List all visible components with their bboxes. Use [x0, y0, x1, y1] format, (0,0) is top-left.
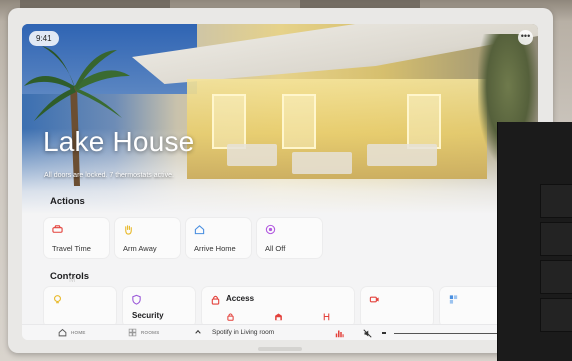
home-title: Lake House	[43, 126, 195, 157]
house-icon	[58, 328, 67, 337]
control-security[interactable]: Security	[123, 287, 195, 327]
overlay-dark-panel	[497, 122, 572, 361]
actions-heading: Actions	[50, 196, 85, 207]
target-icon	[265, 224, 276, 235]
control-label: Access	[226, 294, 255, 303]
tablet-device: 9:41 ••• Lake House All doors are locked…	[8, 8, 553, 353]
overlay-button[interactable]	[540, 184, 572, 218]
bottom-bar: HOME ROOMS Spotify in Living room	[22, 324, 538, 340]
tab-home-label: HOME	[71, 330, 86, 335]
control-access[interactable]: Access	[202, 287, 354, 327]
lock-icon[interactable]	[226, 312, 235, 321]
hand-icon	[125, 225, 132, 235]
lock-icon	[211, 295, 220, 305]
garage-icon[interactable]	[274, 312, 283, 321]
action-travel-time[interactable]: Travel Time	[44, 218, 109, 258]
sensor-icon	[449, 295, 458, 304]
overlay-button[interactable]	[540, 298, 572, 332]
tablet-sensor	[258, 347, 302, 351]
equalizer-icon[interactable]	[335, 329, 344, 338]
shield-icon	[132, 294, 141, 305]
palm-tree-illustration	[24, 46, 130, 186]
home-screen: 9:41 ••• Lake House All doors are locked…	[22, 24, 538, 340]
action-arm-away[interactable]: Arm Away	[115, 218, 180, 258]
action-label: Arm Away	[123, 244, 157, 253]
ellipsis-icon: •••	[520, 31, 531, 41]
speaker-muted-icon[interactable]	[363, 329, 372, 338]
car-icon	[52, 225, 63, 233]
hero-image	[22, 24, 538, 214]
house-icon	[194, 225, 205, 235]
volume-minus-icon[interactable]	[382, 332, 386, 334]
gate-icon[interactable]	[322, 312, 331, 321]
now-playing[interactable]: Spotify in Living room	[194, 328, 274, 336]
camera-icon	[369, 296, 379, 303]
tab-rooms[interactable]: ROOMS	[128, 328, 160, 337]
control-lights[interactable]	[44, 287, 116, 327]
action-arrive-home[interactable]: Arrive Home	[186, 218, 251, 258]
overlay-label: M	[69, 275, 76, 284]
tab-rooms-label: ROOMS	[141, 330, 160, 335]
home-summary: All doors are locked. 7 thermostats acti…	[44, 172, 174, 179]
tab-home[interactable]: HOME	[58, 328, 86, 337]
overlay-button[interactable]	[540, 222, 572, 256]
status-time: 9:41	[29, 31, 59, 46]
action-label: Arrive Home	[194, 244, 236, 253]
more-options-button[interactable]: •••	[518, 30, 533, 45]
control-cameras[interactable]	[361, 287, 433, 327]
chevron-up-icon	[195, 329, 201, 334]
now-playing-text: Spotify in Living room	[212, 328, 275, 336]
action-label: All Off	[265, 244, 286, 253]
grid-icon	[128, 328, 137, 337]
action-all-off[interactable]: All Off	[257, 218, 322, 258]
overlay-button[interactable]	[540, 260, 572, 294]
action-label: Travel Time	[52, 244, 91, 253]
control-label: Security	[132, 311, 164, 320]
bulb-icon	[54, 295, 61, 304]
